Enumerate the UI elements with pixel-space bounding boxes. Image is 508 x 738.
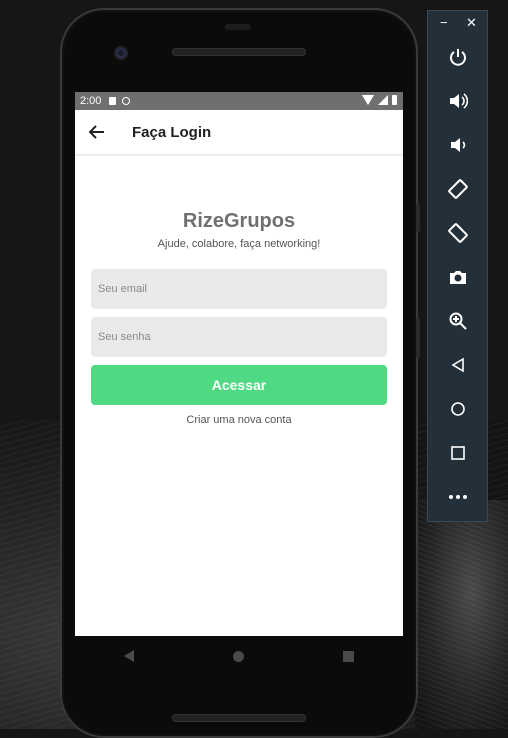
- zoom-icon[interactable]: [444, 307, 472, 335]
- emulator-panel: − ✕: [427, 10, 488, 522]
- close-icon[interactable]: ✕: [466, 15, 477, 31]
- earpiece-speaker: [172, 48, 306, 56]
- overview-icon[interactable]: [444, 439, 472, 467]
- status-time: 2:00: [80, 95, 102, 107]
- bottom-speaker: [172, 714, 306, 722]
- email-field[interactable]: [91, 269, 387, 309]
- phone-frame: 2:00 Faça Login RizeGrupos Ajude, colabo…: [60, 8, 420, 738]
- battery-icon: [392, 95, 397, 105]
- password-field[interactable]: [91, 317, 387, 357]
- sd-card-icon: [109, 97, 117, 105]
- brand-title: RizeGrupos: [182, 210, 296, 232]
- volume-down-icon[interactable]: [444, 131, 472, 159]
- nav-recent-icon[interactable]: [342, 650, 354, 662]
- rotate-left-icon[interactable]: [444, 175, 472, 203]
- sync-icon: [122, 97, 131, 105]
- camera-icon[interactable]: [444, 263, 472, 291]
- android-nav-bar: [75, 636, 403, 676]
- front-camera: [114, 46, 128, 60]
- nav-back-icon[interactable]: [124, 650, 135, 662]
- minimize-icon[interactable]: −: [440, 15, 448, 30]
- volume-up-icon[interactable]: [444, 87, 472, 115]
- phone-side-button: [416, 318, 420, 358]
- login-button[interactable]: Acessar: [91, 365, 387, 405]
- more-icon[interactable]: [444, 483, 472, 511]
- rotate-right-icon[interactable]: [444, 219, 472, 247]
- background-texture-right: [415, 500, 508, 729]
- phone-top-slot: [225, 24, 251, 30]
- page-title: Faça Login: [132, 123, 212, 141]
- create-account-link[interactable]: Criar uma nova conta: [75, 414, 403, 426]
- brand-tagline: Ajude, colabore, faça networking!: [157, 238, 321, 250]
- phone-side-button: [416, 204, 420, 232]
- app-bar: Faça Login: [75, 110, 403, 156]
- back-arrow-icon[interactable]: [75, 110, 119, 154]
- wifi-icon: [362, 95, 374, 105]
- home-icon[interactable]: [444, 395, 472, 423]
- power-icon[interactable]: [444, 43, 472, 71]
- device-screen: 2:00 Faça Login RizeGrupos Ajude, colabo…: [75, 92, 403, 636]
- back-icon[interactable]: [444, 351, 472, 379]
- signal-icon: [378, 95, 388, 105]
- status-bar: 2:00: [75, 92, 403, 110]
- nav-home-icon[interactable]: [232, 650, 244, 662]
